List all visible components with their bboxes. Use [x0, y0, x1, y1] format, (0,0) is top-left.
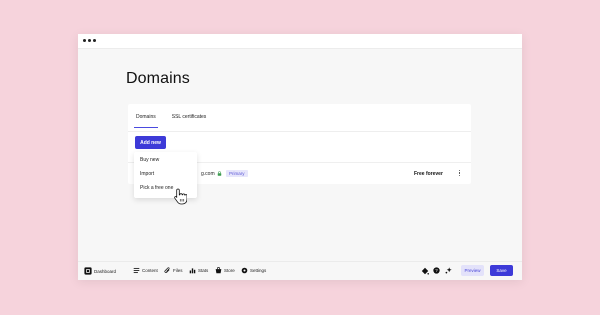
preview-button[interactable]: Preview [461, 265, 484, 276]
paint-bucket-icon[interactable] [421, 267, 429, 275]
dashboard-icon [84, 267, 92, 275]
menu-item-pick-free[interactable]: Pick a free one [140, 185, 173, 191]
paperclip-icon [164, 267, 170, 273]
nav-label: Store [224, 268, 235, 273]
nav-label: Content [142, 268, 158, 273]
bottom-toolbar: Dashboard Content Files Stats Store Sett… [78, 261, 522, 280]
gear-icon [241, 267, 248, 274]
hand-cursor-icon [174, 188, 187, 205]
more-vertical-icon[interactable] [459, 170, 461, 177]
tab-bar: Domains SSL certificates [134, 114, 207, 128]
nav-files[interactable]: Files [164, 267, 183, 274]
store-icon [215, 267, 222, 274]
title-bar [78, 34, 522, 49]
nav-label: Files [173, 268, 183, 273]
nav-dashboard[interactable]: Dashboard [84, 267, 116, 275]
add-new-dropdown: Buy new Import Pick a free one [134, 152, 197, 198]
nav-label: Settings [250, 268, 267, 273]
nav-content[interactable]: Content [133, 267, 158, 274]
tab-ssl-certificates[interactable]: SSL certificates [172, 114, 207, 128]
plan-label: Free forever [414, 171, 443, 177]
nav-settings[interactable]: Settings [241, 267, 266, 274]
menu-dots-icon[interactable] [83, 39, 96, 42]
help-icon[interactable]: ? [433, 267, 440, 274]
stats-icon [189, 268, 196, 274]
nav-label: Dashboard [94, 268, 117, 274]
menu-item-buy-new[interactable]: Buy new [140, 157, 159, 163]
save-button[interactable]: Save [490, 265, 513, 276]
page-title: Domains [126, 70, 190, 87]
domain-name: g.com [201, 171, 215, 177]
nav-label: Stats [198, 268, 209, 273]
lock-icon [217, 171, 222, 176]
nav-stats[interactable]: Stats [189, 267, 208, 274]
status-badge: Primary [226, 170, 248, 177]
content-icon [133, 267, 140, 274]
tab-domains[interactable]: Domains [134, 114, 158, 128]
sparkle-icon[interactable] [445, 267, 452, 274]
nav-store[interactable]: Store [215, 267, 235, 274]
add-new-button[interactable]: Add new [135, 136, 166, 149]
menu-item-import[interactable]: Import [140, 171, 154, 177]
divider [128, 131, 471, 132]
